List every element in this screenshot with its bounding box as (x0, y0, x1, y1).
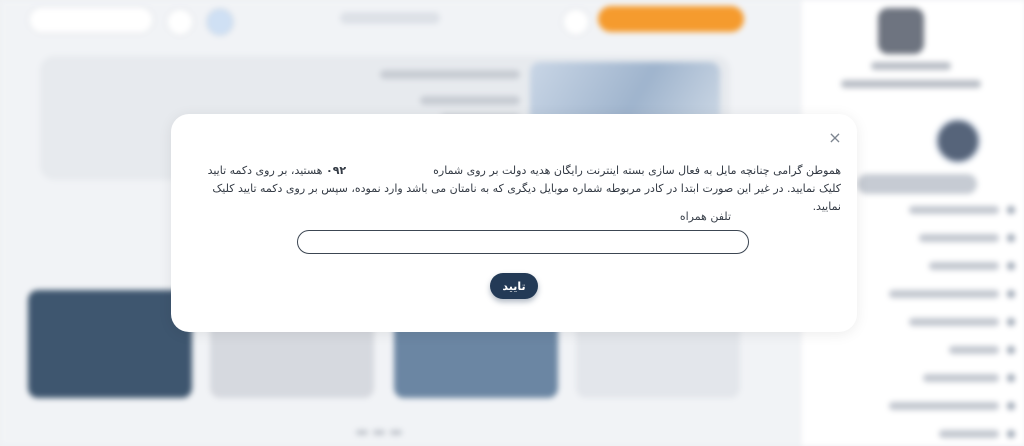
search-bar (340, 12, 440, 24)
top-bar (0, 0, 790, 40)
close-icon[interactable]: × (827, 130, 843, 146)
message-part-1: هموطن گرامی چنانچه مایل به فعال سازی بست… (433, 164, 841, 177)
free-internet-modal: × هموطن گرامی چنانچه مایل به فعال سازی ب… (171, 114, 857, 332)
modal-message: هموطن گرامی چنانچه مایل به فعال سازی بست… (187, 162, 841, 216)
search-icon (562, 8, 590, 36)
user-menu-pill (28, 6, 154, 34)
phone-input[interactable] (297, 230, 749, 254)
phone-field-label: تلفن همراه (679, 210, 731, 223)
confirm-button[interactable]: تایید (490, 273, 538, 299)
carousel-dots (356, 420, 416, 435)
theme-icon (206, 8, 234, 36)
page: × هموطن گرامی چنانچه مایل به فعال سازی ب… (0, 0, 1024, 446)
notification-icon (166, 8, 194, 36)
logo (878, 8, 924, 54)
service-card (28, 290, 192, 398)
profile-button (857, 174, 977, 194)
avatar (935, 118, 981, 164)
phone-prefix: ۰۹۲ (325, 164, 347, 177)
cta-button (598, 6, 744, 32)
